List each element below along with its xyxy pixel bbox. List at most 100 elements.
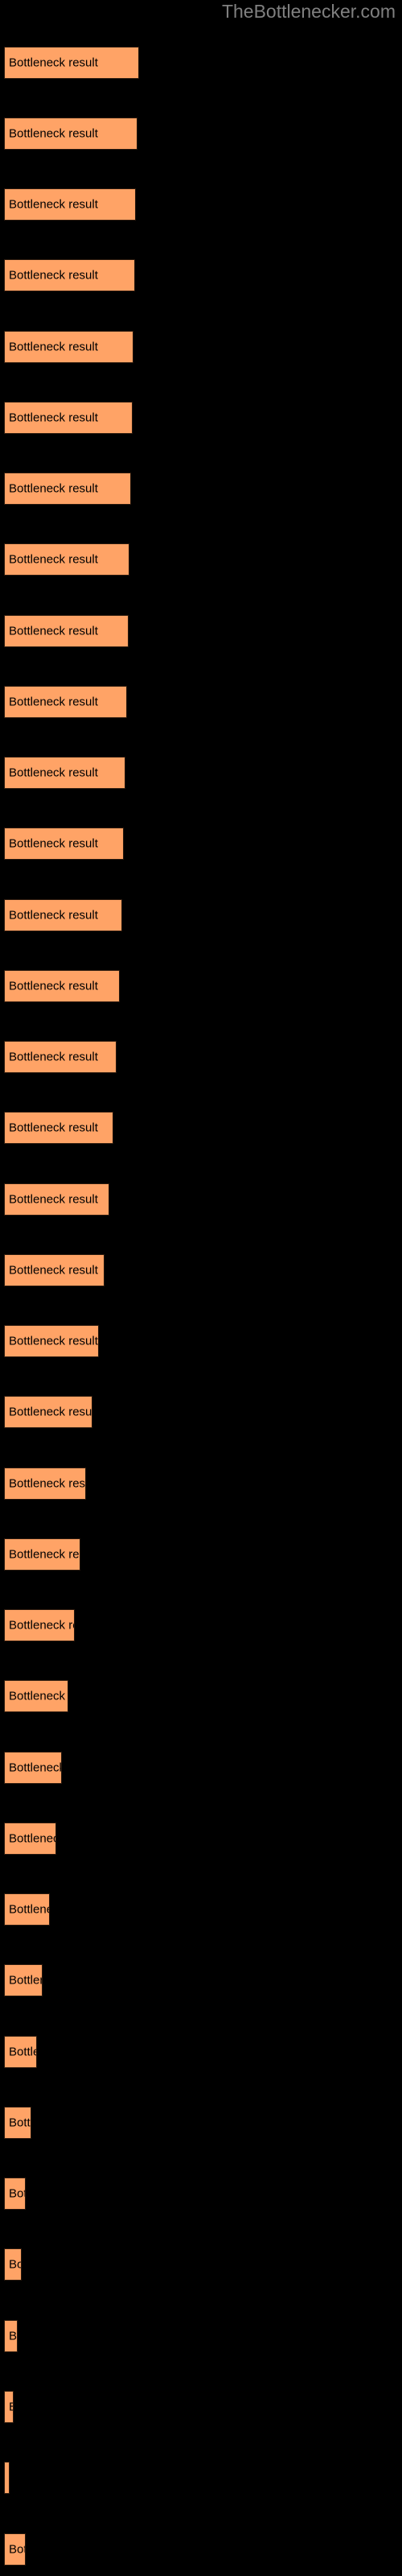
bar-label: Bottleneck result	[9, 836, 98, 851]
chart-bar[interactable]: Bottleneck result	[4, 899, 122, 931]
bar-label: Bottleneck result	[9, 2045, 36, 2059]
bar-label: Bottleneck result	[9, 411, 98, 425]
bar-label: Bottleneck result	[9, 979, 98, 993]
chart-bar[interactable]: Bottleneck result	[4, 757, 125, 789]
bar-label: Bottleneck result	[9, 908, 98, 923]
bar-label: Bottleneck result	[9, 126, 98, 141]
chart-bar[interactable]: Bottleneck result	[4, 2248, 22, 2281]
bar-row: Bottleneck result	[0, 1183, 402, 1216]
bar-label: Bottleneck result	[9, 1192, 98, 1207]
bar-row: Bottleneck result	[0, 2107, 402, 2139]
bar-label: Bottleneck result	[9, 1263, 98, 1278]
chart-bar[interactable]: Bottleneck result	[4, 1396, 92, 1428]
bar-row: Bottleneck result	[0, 828, 402, 860]
bar-row: Bottleneck result	[0, 615, 402, 647]
bar-label: Bottleneck result	[9, 340, 98, 354]
bar-row: Bottleneck result	[0, 118, 402, 150]
bar-label: Bottleneck result	[9, 1831, 55, 1846]
bar-row: Bottleneck result	[0, 402, 402, 434]
bar-row: Bottleneck result	[0, 899, 402, 931]
bar-label: Bottleneck result	[9, 624, 98, 638]
chart-bar[interactable]: Bottleneck result	[4, 1893, 50, 1926]
bar-row: Bottleneck result	[0, 331, 402, 363]
bar-row: Bottleneck result	[0, 2178, 402, 2210]
chart-bar[interactable]: Bottleneck result	[4, 2462, 10, 2494]
chart-bar[interactable]: Bottleneck result	[4, 2178, 26, 2210]
bar-row: Bottleneck result	[0, 1680, 402, 1712]
chart-bar[interactable]: Bottleneck result	[4, 1823, 56, 1855]
bar-row: Bottleneck result	[0, 2391, 402, 2423]
bar-label: Bottleneck result	[9, 197, 98, 212]
bar-label: Bottleneck result	[9, 2186, 25, 2201]
bar-label: Bottleneck result	[9, 1902, 49, 1917]
bar-label: Bottleneck result	[9, 2116, 31, 2130]
bar-row: Bottleneck result	[0, 1609, 402, 1641]
bar-row: Bottleneck result	[0, 686, 402, 718]
bar-label: Bottleneck result	[9, 481, 98, 496]
bar-label: Bottleneck result	[9, 1121, 98, 1135]
bar-label: Bottleneck result	[9, 2542, 25, 2557]
bar-row: Bottleneck result	[0, 2248, 402, 2281]
chart-bar[interactable]: Bottleneck result	[4, 47, 139, 79]
chart-bar[interactable]: Bottleneck result	[4, 473, 131, 505]
bar-row: Bottleneck result	[0, 473, 402, 505]
chart-bar[interactable]: Bottleneck result	[4, 259, 135, 291]
bar-label: Bottleneck result	[9, 2257, 21, 2272]
chart-bar[interactable]: Bottleneck result	[4, 543, 129, 576]
bar-row: Bottleneck result	[0, 1752, 402, 1784]
bar-row: Bottleneck result	[0, 2533, 402, 2566]
chart-bar[interactable]: Bottleneck result	[4, 2533, 26, 2566]
chart-bar[interactable]: Bottleneck result	[4, 1538, 80, 1571]
chart-bar[interactable]: Bottleneck result	[4, 402, 133, 434]
chart-bar[interactable]: Bottleneck result	[4, 2391, 14, 2423]
chart-bar[interactable]: Bottleneck result	[4, 1680, 68, 1712]
chart-bar[interactable]: Bottleneck result	[4, 2036, 37, 2068]
bar-label: Bottleneck result	[9, 1689, 68, 1703]
chart-bar[interactable]: Bottleneck result	[4, 615, 129, 647]
chart-bar[interactable]: Bottleneck result	[4, 1254, 105, 1286]
bar-label: Bottleneck result	[9, 268, 98, 283]
chart-bar[interactable]: Bottleneck result	[4, 2320, 18, 2352]
bar-row: Bottleneck result	[0, 1112, 402, 1144]
bar-row: Bottleneck result	[0, 47, 402, 79]
bar-row: Bottleneck result	[0, 1254, 402, 1286]
bar-label: Bottleneck result	[9, 552, 98, 567]
chart-bar[interactable]: Bottleneck result	[4, 1468, 86, 1500]
chart-bar[interactable]: Bottleneck result	[4, 1325, 99, 1357]
chart-bar[interactable]: Bottleneck result	[4, 1112, 113, 1144]
bar-row: Bottleneck result	[0, 543, 402, 576]
bar-label: Bottleneck result	[9, 56, 98, 70]
bar-row: Bottleneck result	[0, 1041, 402, 1073]
chart-bar[interactable]: Bottleneck result	[4, 118, 137, 150]
bottleneck-bar-chart: Bottleneck result Bottleneck result Bottle…	[0, 0, 402, 2576]
bar-label: Bottleneck result	[9, 1547, 80, 1562]
chart-bar[interactable]: Bottleneck result	[4, 1041, 117, 1073]
bar-row: Bottleneck result	[0, 757, 402, 789]
bar-row: Bottleneck result	[0, 2320, 402, 2352]
chart-bar[interactable]: Bottleneck result	[4, 1183, 109, 1216]
chart-bar[interactable]: Bottleneck result	[4, 970, 120, 1002]
chart-bar[interactable]: Bottleneck result	[4, 686, 127, 718]
bar-row: Bottleneck result	[0, 259, 402, 291]
chart-bar[interactable]: Bottleneck result	[4, 828, 124, 860]
chart-bar[interactable]: Bottleneck result	[4, 2107, 31, 2139]
bar-label: Bottleneck result	[9, 1050, 98, 1064]
bar-row: Bottleneck result	[0, 1468, 402, 1500]
bar-label: Bottleneck result	[9, 1761, 62, 1775]
bar-label: Bottleneck result	[9, 695, 98, 709]
bar-label: Bottleneck result	[9, 1476, 86, 1491]
bar-label: Bottleneck result	[9, 2329, 18, 2343]
bar-label: Bottleneck result	[9, 1334, 98, 1348]
bar-row: Bottleneck result	[0, 188, 402, 221]
bar-row: Bottleneck result	[0, 970, 402, 1002]
chart-bar[interactable]: Bottleneck result	[4, 1609, 75, 1641]
chart-bar[interactable]: Bottleneck result	[4, 1752, 62, 1784]
bar-label: Bottleneck result	[9, 2401, 13, 2414]
bar-label: Bottleneck result	[9, 1973, 42, 1988]
chart-bar[interactable]: Bottleneck result	[4, 188, 136, 221]
bar-row: Bottleneck result	[0, 1325, 402, 1357]
chart-bar[interactable]: Bottleneck result	[4, 1964, 43, 1996]
bar-row: Bottleneck result	[0, 1823, 402, 1855]
bar-label: Bottleneck result	[9, 1405, 92, 1419]
chart-bar[interactable]: Bottleneck result	[4, 331, 133, 363]
